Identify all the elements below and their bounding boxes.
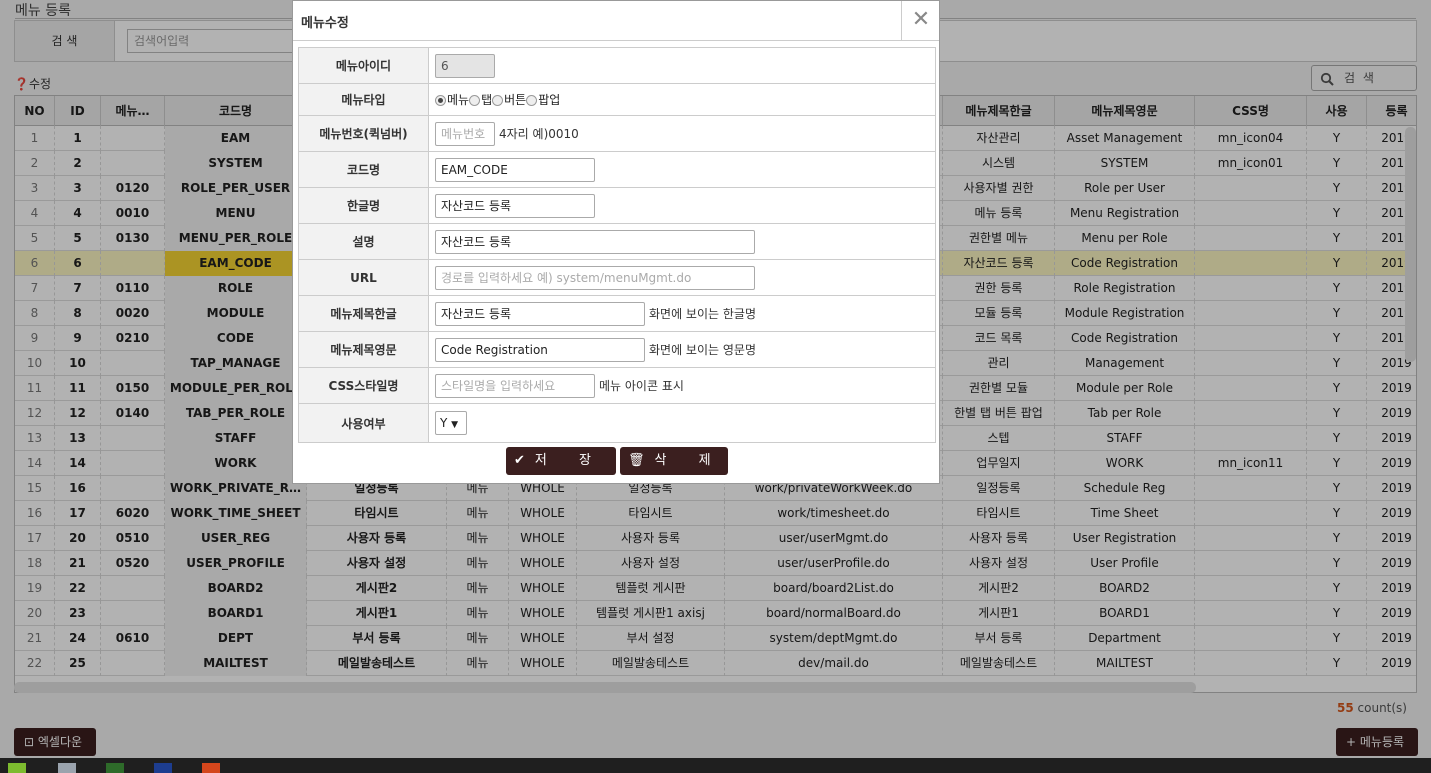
menu-type-option-label: 팝업: [538, 93, 561, 107]
menu-number-hint: 4자리 예)0010: [499, 127, 579, 141]
korean-name-input[interactable]: 자산코드 등록: [435, 193, 595, 218]
form-row-description: 설명 자산코드 등록: [299, 224, 935, 260]
edit-menu-modal: 메뉴수정 ✕ 메뉴아이디 6 메뉴타입 메뉴 탭 버튼 팝업 메뉴번호(퀵넘버) 메뉴…: [292, 0, 940, 484]
menu-type-option[interactable]: 버튼: [492, 91, 526, 108]
url-input[interactable]: 경로를 입력하세요 예) system/menuMgmt.do: [435, 265, 755, 290]
close-button[interactable]: ✕: [901, 1, 940, 40]
form-row-korean-name: 한글명 자산코드 등록: [299, 188, 935, 224]
close-icon: ✕: [911, 7, 931, 32]
use-select-value: Y: [440, 416, 448, 430]
taskbar-app-icon[interactable]: [106, 763, 124, 773]
horizontal-scrollbar[interactable]: [14, 682, 1196, 693]
form-row-url: URL 경로를 입력하세요 예) system/menuMgmt.do: [299, 260, 935, 296]
delete-button-label: 삭 제: [654, 453, 725, 468]
code-input[interactable]: EAM_CODE: [435, 157, 595, 182]
title-english-hint: 화면에 보이는 영문명: [649, 343, 756, 357]
modal-title: 메뉴수정: [301, 16, 349, 31]
menu-number-label: 메뉴번호(퀵넘버): [299, 116, 429, 151]
menu-number-input[interactable]: 메뉴번호: [435, 121, 495, 146]
css-hint: 메뉴 아이콘 표시: [599, 379, 684, 393]
description-label: 설명: [299, 224, 429, 259]
form-row-menu-id: 메뉴아이디 6: [299, 48, 935, 84]
save-button-label: 저 장: [534, 453, 605, 468]
title-korean-hint: 화면에 보이는 한글명: [649, 307, 756, 321]
menu-type-option[interactable]: 팝업: [526, 91, 560, 108]
title-korean-label: 메뉴제목한글: [299, 296, 429, 331]
vertical-scrollbar[interactable]: [1405, 127, 1416, 362]
modal-header: 메뉴수정 ✕: [293, 1, 939, 41]
menu-type-option-label: 버튼: [504, 93, 527, 107]
radio-icon[interactable]: [492, 95, 504, 106]
description-input[interactable]: 자산코드 등록: [435, 229, 755, 254]
radio-icon[interactable]: [435, 95, 446, 106]
form-row-css: CSS스타일명 스타일명을 입력하세요 메뉴 아이콘 표시: [299, 368, 935, 404]
menu-type-label: 메뉴타입: [299, 84, 429, 115]
form-row-menu-number: 메뉴번호(퀵넘버) 메뉴번호 4자리 예)0010: [299, 116, 935, 152]
title-english-label: 메뉴제목영문: [299, 332, 429, 367]
form-row-code: 코드명 EAM_CODE: [299, 152, 935, 188]
menu-type-option-label: 탭: [481, 93, 493, 107]
form-row-menu-type: 메뉴타입 메뉴 탭 버튼 팝업: [299, 84, 935, 116]
korean-name-label: 한글명: [299, 188, 429, 223]
menu-type-option[interactable]: 탭: [469, 91, 492, 108]
save-button[interactable]: ✔ 저 장: [506, 447, 616, 475]
check-icon: ✔: [514, 453, 525, 468]
chevron-down-icon: ▼: [451, 420, 459, 430]
trash-icon: 🗑: [628, 453, 645, 468]
title-korean-input[interactable]: 자산코드 등록: [435, 301, 645, 326]
taskbar-app-icon[interactable]: [202, 763, 220, 773]
menu-type-radio-group: 메뉴 탭 버튼 팝업: [435, 84, 935, 115]
code-label: 코드명: [299, 152, 429, 187]
taskbar-app-icon[interactable]: [8, 763, 26, 773]
radio-icon[interactable]: [526, 95, 538, 106]
menu-type-option-label: 메뉴: [447, 93, 470, 107]
use-select[interactable]: Y ▼: [435, 411, 467, 435]
radio-icon[interactable]: [469, 95, 481, 106]
form-row-title-english: 메뉴제목영문 Code Registration 화면에 보이는 영문명: [299, 332, 935, 368]
use-label: 사용여부: [299, 404, 429, 442]
menu-type-option[interactable]: 메뉴: [435, 91, 469, 108]
menu-id-label: 메뉴아이디: [299, 48, 429, 83]
taskbar-app-icon[interactable]: [58, 763, 76, 773]
url-label: URL: [299, 260, 429, 295]
page: 메뉴 등록 검 색 검색어입력 ❓수정 검 색 NO ID 메뉴… 코드명 메뉴제목한글…: [0, 0, 1431, 773]
css-input[interactable]: 스타일명을 입력하세요: [435, 373, 595, 398]
css-label: CSS스타일명: [299, 368, 429, 403]
form-row-use: 사용여부 Y ▼: [299, 404, 935, 442]
taskbar-app-icon[interactable]: [154, 763, 172, 773]
form-row-title-korean: 메뉴제목한글 자산코드 등록 화면에 보이는 한글명: [299, 296, 935, 332]
title-english-input[interactable]: Code Registration: [435, 337, 645, 362]
delete-button[interactable]: 🗑 삭 제: [620, 447, 728, 475]
menu-id-field: 6: [435, 53, 495, 78]
edit-form: 메뉴아이디 6 메뉴타입 메뉴 탭 버튼 팝업 메뉴번호(퀵넘버) 메뉴번호 4자리 …: [298, 47, 936, 443]
